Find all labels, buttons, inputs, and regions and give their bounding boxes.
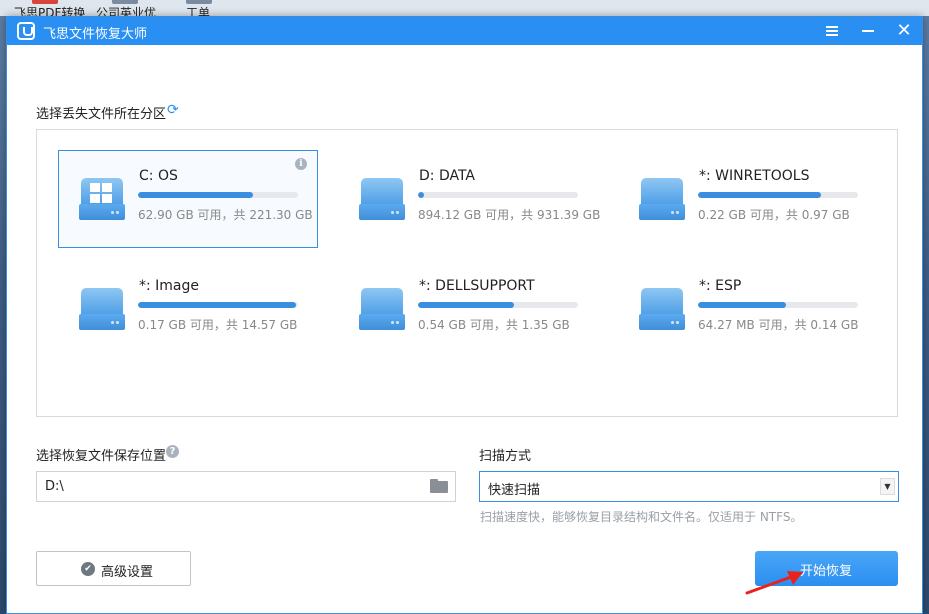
- drive-usage-bar: [418, 302, 578, 308]
- drive-icon: [639, 178, 685, 222]
- desktop-strip: 飞思PDF转换 公司英业优 工单: [0, 0, 929, 16]
- save-section-title: 选择恢复文件保存位置: [36, 449, 167, 464]
- drive-card-image[interactable]: *: Image 0.17 GB 可用，共 14.57 GB: [58, 260, 318, 358]
- menu-icon: [826, 24, 838, 38]
- drive-card-c[interactable]: i C: OS 62.90 GB 可用，共 221.30 GB: [58, 150, 318, 248]
- save-path-input[interactable]: D:\: [36, 471, 456, 502]
- folder-icon[interactable]: [430, 479, 448, 493]
- drive-usage-bar: [698, 302, 858, 308]
- minimize-icon: [862, 30, 874, 32]
- drive-card-d[interactable]: D: DATA 894.12 GB 可用，共 931.39 GB: [338, 150, 601, 248]
- scan-section-title: 扫描方式: [479, 449, 532, 464]
- drive-card-esp[interactable]: *: ESP 64.27 MB 可用，共 0.14 GB: [618, 260, 878, 358]
- close-icon: ✕: [896, 20, 912, 41]
- annotation-arrow-icon: [745, 571, 803, 595]
- desktop-label-pdf: 飞思PDF转换: [14, 6, 86, 16]
- desktop-label-company: 公司英业优: [96, 6, 157, 16]
- app-title: 飞思文件恢复大师: [43, 27, 148, 42]
- desktop-label-order: 工单: [186, 6, 211, 16]
- drive-usage-bar: [418, 192, 578, 198]
- drive-space-info: 894.12 GB 可用，共 931.39 GB: [418, 208, 601, 222]
- partition-section-title: 选择丢失文件所在分区: [36, 107, 167, 122]
- advanced-settings-button[interactable]: ✔ 高级设置: [36, 551, 191, 586]
- drive-icon: [359, 288, 405, 332]
- close-button[interactable]: ✕: [886, 17, 922, 45]
- start-recovery-label: 开始恢复: [800, 564, 853, 579]
- drive-usage-bar: [138, 192, 298, 198]
- partition-panel: i C: OS 62.90 GB 可用，共 221.30 GB D: DATA …: [36, 129, 898, 417]
- scan-hint: 扫描速度快，能够恢复目录结构和文件名。仅适用于 NTFS。: [480, 510, 803, 524]
- refresh-icon[interactable]: ⟳: [167, 103, 181, 117]
- drive-name: *: DELLSUPPORT: [419, 278, 535, 294]
- drive-name: D: DATA: [419, 168, 476, 184]
- drive-space-info: 0.22 GB 可用，共 0.97 GB: [698, 208, 850, 222]
- app-logo-icon: [17, 22, 35, 40]
- drive-icon: [79, 288, 125, 332]
- drive-name: *: WINRETOOLS: [699, 168, 810, 184]
- help-icon[interactable]: ?: [166, 445, 179, 458]
- drive-usage-bar: [698, 192, 858, 198]
- drive-name: C: OS: [139, 168, 178, 184]
- chevron-down-icon[interactable]: ▼: [880, 478, 895, 495]
- drive-icon: [639, 288, 685, 332]
- windows-drive-icon: [79, 178, 125, 222]
- drive-card-dellsupport[interactable]: *: DELLSUPPORT 0.54 GB 可用，共 1.35 GB: [338, 260, 598, 358]
- check-circle-icon: ✔: [81, 562, 95, 576]
- title-bar[interactable]: 飞思文件恢复大师 ✕: [7, 17, 922, 45]
- advanced-settings-label: 高级设置: [101, 565, 154, 580]
- drive-name: *: ESP: [699, 278, 742, 294]
- menu-button[interactable]: [814, 17, 850, 45]
- app-window: 飞思文件恢复大师 ✕ 选择丢失文件所在分区 ⟳ i C: OS 62.90 GB…: [6, 16, 923, 614]
- drive-space-info: 0.17 GB 可用，共 14.57 GB: [138, 318, 298, 332]
- drive-card-winretools[interactable]: *: WINRETOOLS 0.22 GB 可用，共 0.97 GB: [618, 150, 878, 248]
- drive-space-info: 0.54 GB 可用，共 1.35 GB: [418, 318, 570, 332]
- drive-space-info: 64.27 MB 可用，共 0.14 GB: [698, 318, 859, 332]
- drive-usage-bar: [138, 302, 298, 308]
- info-icon[interactable]: i: [295, 158, 307, 170]
- drive-space-info: 62.90 GB 可用，共 221.30 GB: [138, 208, 313, 222]
- scan-mode-select[interactable]: 快速扫描: [479, 471, 899, 502]
- minimize-button[interactable]: [850, 17, 886, 45]
- drive-icon: [359, 178, 405, 222]
- drive-name: *: Image: [139, 278, 200, 294]
